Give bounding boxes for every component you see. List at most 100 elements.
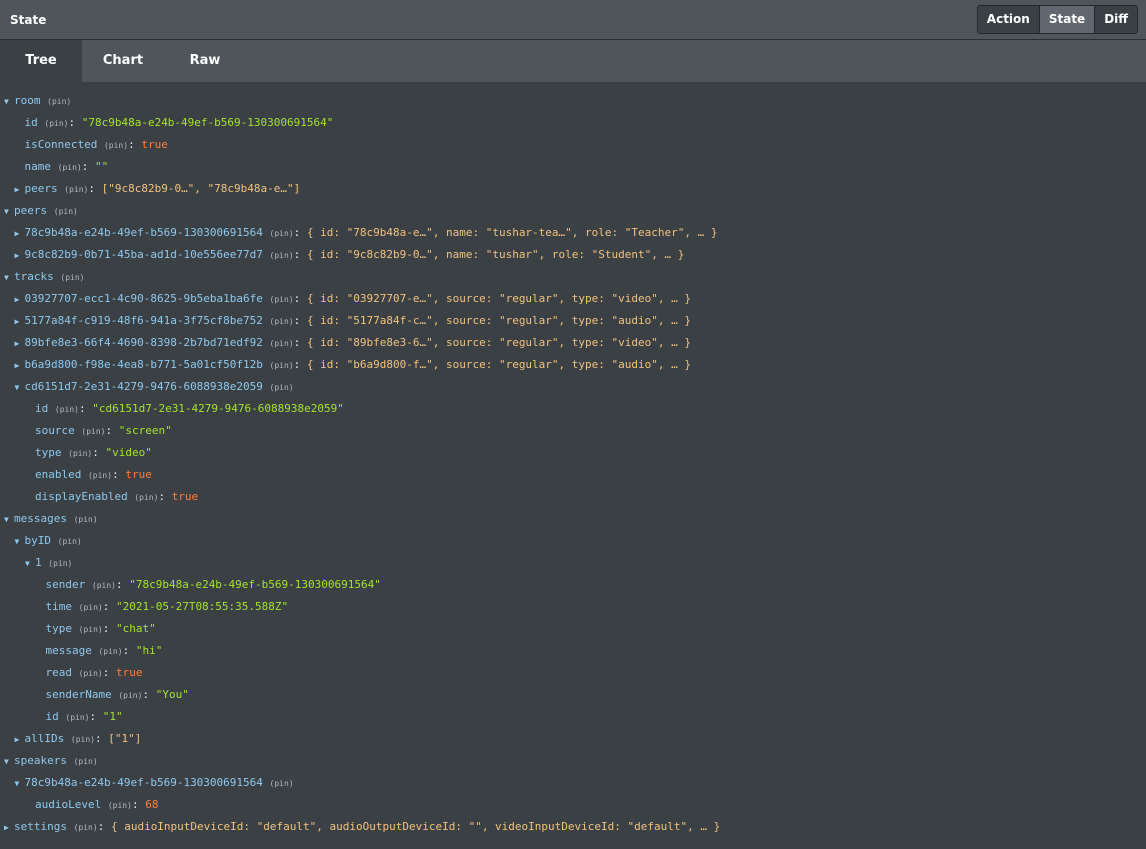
tree-key[interactable]: isConnected [25, 138, 98, 151]
tab-tree[interactable]: Tree [0, 40, 82, 82]
tree-key[interactable]: id [25, 116, 38, 129]
pin-link[interactable]: (pin) [58, 163, 82, 172]
pin-link[interactable]: (pin) [79, 669, 103, 678]
tree-key[interactable]: messages [14, 512, 67, 525]
pin-link[interactable]: (pin) [58, 537, 82, 546]
collapsed-arrow-icon[interactable]: ▶ [15, 729, 25, 751]
tree-key[interactable]: 78c9b48a-e24b-49ef-b569-130300691564 [25, 776, 263, 789]
expanded-arrow-icon[interactable]: ▼ [4, 201, 14, 223]
tree-row[interactable]: type (pin): "chat" [0, 618, 1146, 640]
tree-key[interactable]: enabled [35, 468, 81, 481]
pin-link[interactable]: (pin) [98, 647, 122, 656]
tree-key[interactable]: 78c9b48a-e24b-49ef-b569-130300691564 [25, 226, 263, 239]
tree-row[interactable]: message (pin): "hi" [0, 640, 1146, 662]
tree-key[interactable]: name [25, 160, 52, 173]
tree-key[interactable]: 1 [35, 556, 42, 569]
tree-row[interactable]: id (pin): "1" [0, 706, 1146, 728]
pin-link[interactable]: (pin) [88, 471, 112, 480]
collapsed-arrow-icon[interactable]: ▶ [15, 179, 25, 201]
tab-raw[interactable]: Raw [164, 40, 246, 82]
tree-key[interactable]: sender [46, 578, 86, 591]
collapsed-arrow-icon[interactable]: ▶ [15, 245, 25, 267]
tree-row[interactable]: displayEnabled (pin): true [0, 486, 1146, 508]
tree-key[interactable]: 89bfe8e3-66f4-4690-8398-2b7bd71edf92 [25, 336, 263, 349]
expanded-arrow-icon[interactable]: ▼ [15, 773, 25, 795]
collapsed-arrow-icon[interactable]: ▶ [15, 289, 25, 311]
tree-key[interactable]: cd6151d7-2e31-4279-9476-6088938e2059 [25, 380, 263, 393]
tree-row[interactable]: ▼ speakers (pin) [0, 750, 1146, 772]
tree-key[interactable]: peers [25, 182, 58, 195]
expanded-arrow-icon[interactable]: ▼ [4, 751, 14, 773]
expanded-arrow-icon[interactable]: ▼ [15, 377, 25, 399]
tree-key[interactable]: peers [14, 204, 47, 217]
tree-row[interactable]: ▶ settings (pin): { audioInputDeviceId: "… [0, 816, 1146, 838]
pin-link[interactable]: (pin) [92, 581, 116, 590]
pin-link[interactable]: (pin) [104, 141, 128, 150]
tree-row[interactable]: ▶ 89bfe8e3-66f4-4690-8398-2b7bd71edf92 (p… [0, 332, 1146, 354]
pin-link[interactable]: (pin) [270, 779, 294, 788]
tree-row[interactable]: ▼ 78c9b48a-e24b-49ef-b569-130300691564 (p… [0, 772, 1146, 794]
pin-link[interactable]: (pin) [270, 383, 294, 392]
tree-key[interactable]: 03927707-ecc1-4c90-8625-9b5eba1ba6fe [25, 292, 263, 305]
tree-key[interactable]: 5177a84f-c919-48f6-941a-3f75cf8be752 [25, 314, 263, 327]
pin-link[interactable]: (pin) [270, 339, 294, 348]
diff-button[interactable]: Diff [1095, 6, 1137, 33]
pin-link[interactable]: (pin) [270, 361, 294, 370]
tree-key[interactable]: byID [25, 534, 52, 547]
expanded-arrow-icon[interactable]: ▼ [4, 267, 14, 289]
collapsed-arrow-icon[interactable]: ▶ [15, 311, 25, 333]
tree-row[interactable]: ▼ cd6151d7-2e31-4279-9476-6088938e2059 (p… [0, 376, 1146, 398]
tree-key[interactable]: room [14, 94, 41, 107]
tree-key[interactable]: message [46, 644, 92, 657]
tree-key[interactable]: settings [14, 820, 67, 833]
pin-link[interactable]: (pin) [60, 273, 84, 282]
tree-row[interactable]: id (pin): "cd6151d7-2e31-4279-9476-60889… [0, 398, 1146, 420]
tree-key[interactable]: audioLevel [35, 798, 101, 811]
pin-link[interactable]: (pin) [64, 185, 88, 194]
pin-link[interactable]: (pin) [270, 229, 294, 238]
action-button[interactable]: Action [977, 6, 1040, 33]
tree-row[interactable]: name (pin): "" [0, 156, 1146, 178]
expanded-arrow-icon[interactable]: ▼ [15, 531, 25, 553]
pin-link[interactable]: (pin) [48, 559, 72, 568]
tree-row[interactable]: ▼ messages (pin) [0, 508, 1146, 530]
tree-key[interactable]: source [35, 424, 75, 437]
tree-row[interactable]: read (pin): true [0, 662, 1146, 684]
pin-link[interactable]: (pin) [74, 757, 98, 766]
tree-key[interactable]: id [46, 710, 59, 723]
tree-key[interactable]: type [35, 446, 62, 459]
pin-link[interactable]: (pin) [118, 691, 142, 700]
pin-link[interactable]: (pin) [54, 207, 78, 216]
tree-key[interactable]: displayEnabled [35, 490, 128, 503]
tree-row[interactable]: ▶ 78c9b48a-e24b-49ef-b569-130300691564 (p… [0, 222, 1146, 244]
tree-row[interactable]: ▼ tracks (pin) [0, 266, 1146, 288]
pin-link[interactable]: (pin) [74, 823, 98, 832]
tree-row[interactable]: ▶ 5177a84f-c919-48f6-941a-3f75cf8be752 (p… [0, 310, 1146, 332]
tree-key[interactable]: time [46, 600, 73, 613]
expanded-arrow-icon[interactable]: ▼ [25, 553, 35, 575]
tree-row[interactable]: type (pin): "video" [0, 442, 1146, 464]
pin-link[interactable]: (pin) [108, 801, 132, 810]
tree-row[interactable]: ▶ allIDs (pin): ["1"] [0, 728, 1146, 750]
tree-row[interactable]: id (pin): "78c9b48a-e24b-49ef-b569-13030… [0, 112, 1146, 134]
tree-row[interactable]: source (pin): "screen" [0, 420, 1146, 442]
tree-key[interactable]: id [35, 402, 48, 415]
tree-key[interactable]: speakers [14, 754, 67, 767]
collapsed-arrow-icon[interactable]: ▶ [15, 355, 25, 377]
pin-link[interactable]: (pin) [55, 405, 79, 414]
pin-link[interactable]: (pin) [65, 713, 89, 722]
tree-key[interactable]: allIDs [25, 732, 65, 745]
pin-link[interactable]: (pin) [134, 493, 158, 502]
pin-link[interactable]: (pin) [47, 97, 71, 106]
collapsed-arrow-icon[interactable]: ▶ [4, 817, 14, 839]
pin-link[interactable]: (pin) [79, 603, 103, 612]
collapsed-arrow-icon[interactable]: ▶ [15, 223, 25, 245]
pin-link[interactable]: (pin) [68, 449, 92, 458]
expanded-arrow-icon[interactable]: ▼ [4, 509, 14, 531]
state-button[interactable]: State [1039, 6, 1096, 33]
tree-row[interactable]: time (pin): "2021-05-27T08:55:35.588Z" [0, 596, 1146, 618]
tree-row[interactable]: ▶ 9c8c82b9-0b71-45ba-ad1d-10e556ee77d7 (p… [0, 244, 1146, 266]
tree-row[interactable]: enabled (pin): true [0, 464, 1146, 486]
expanded-arrow-icon[interactable]: ▼ [4, 91, 14, 113]
tree-key[interactable]: 9c8c82b9-0b71-45ba-ad1d-10e556ee77d7 [25, 248, 263, 261]
